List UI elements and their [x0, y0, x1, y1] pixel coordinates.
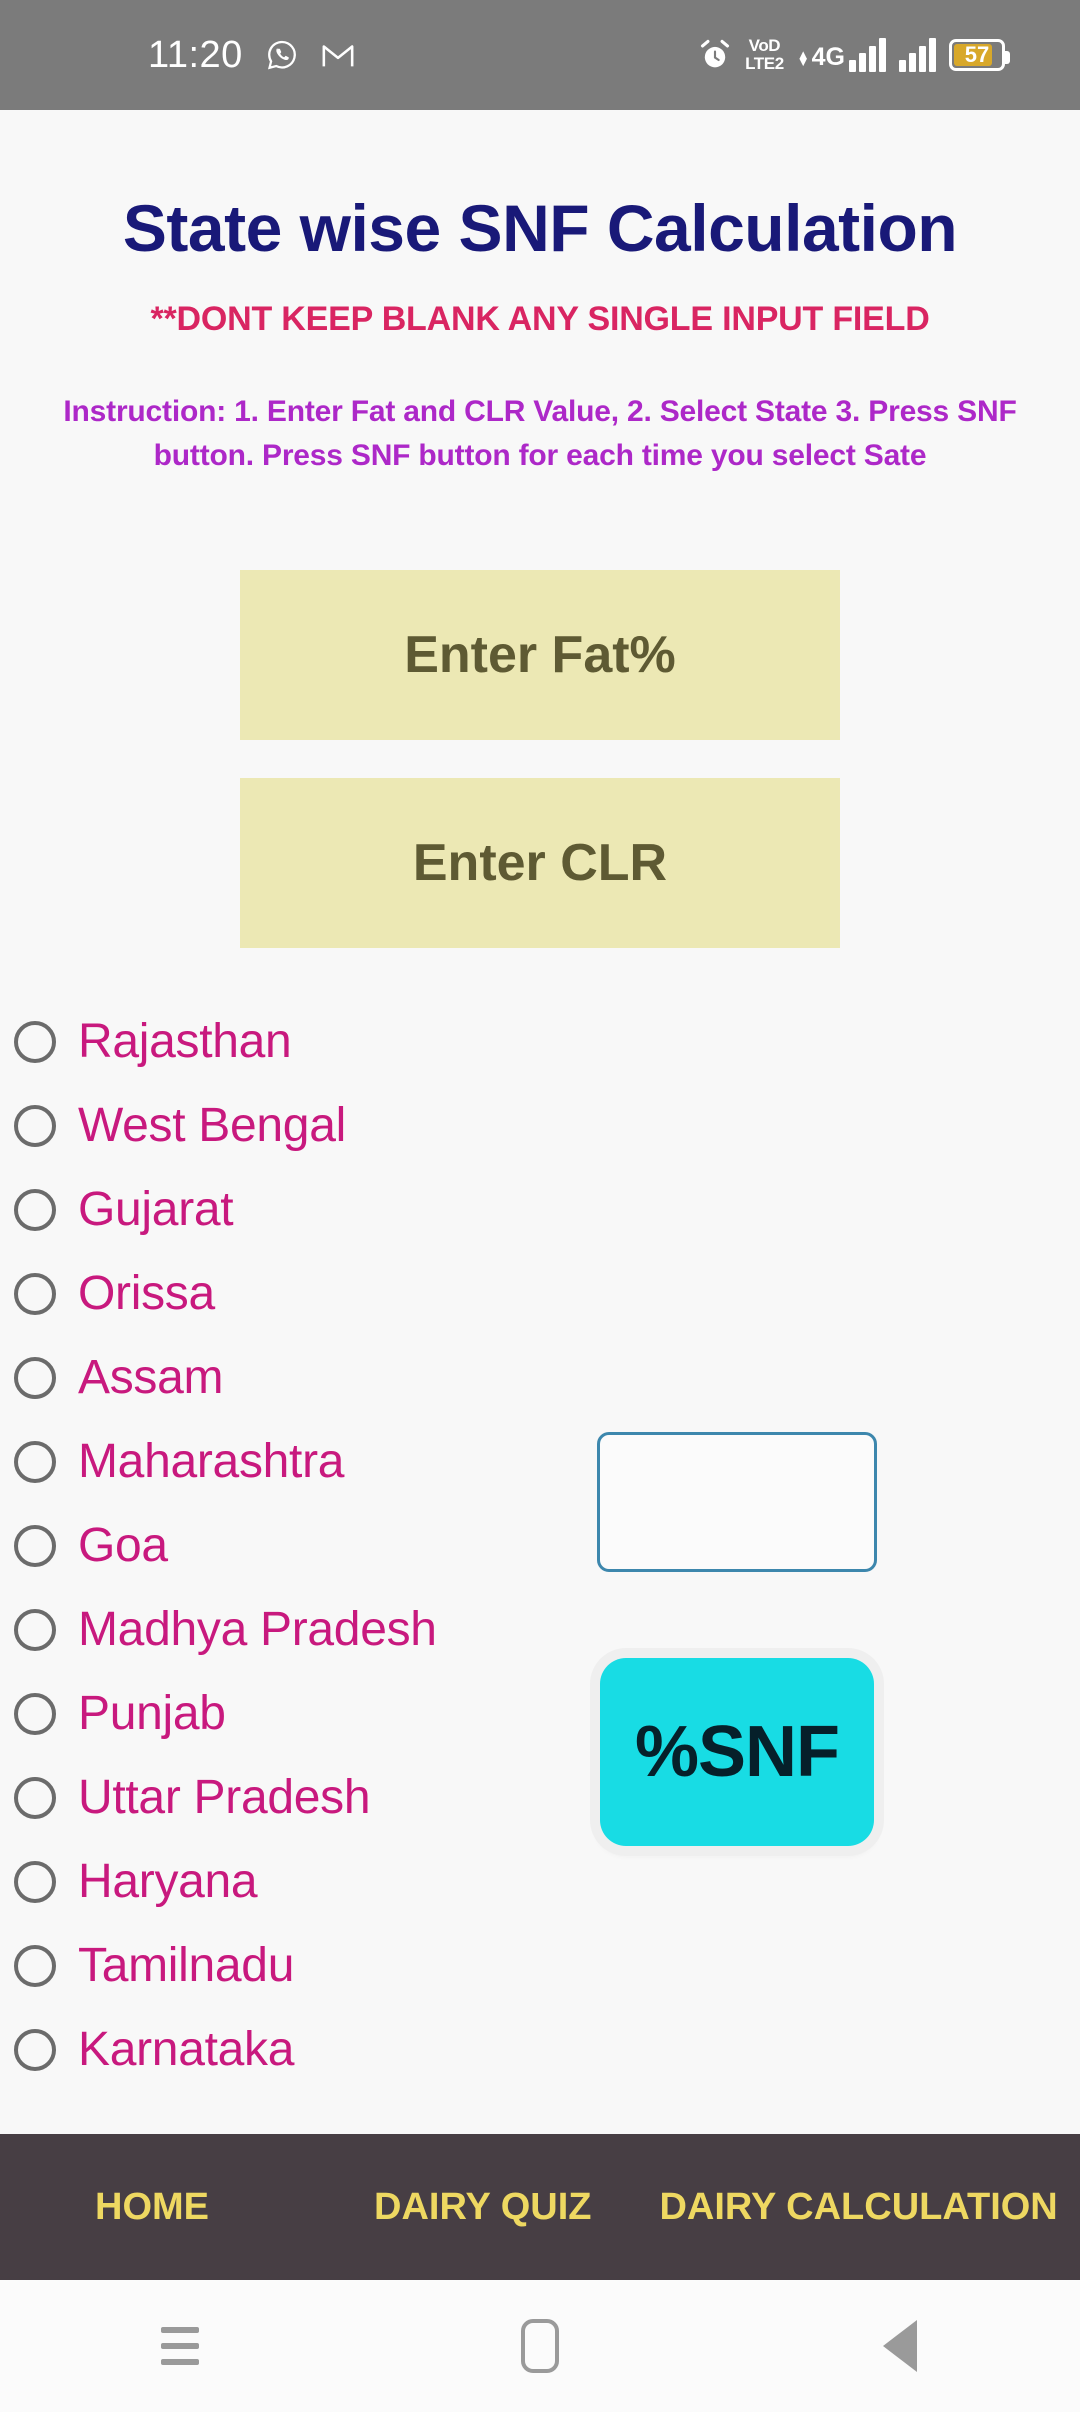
app-bottom-nav: HOME DAIRY QUIZ DAIRY CALCULATION	[0, 2134, 1080, 2280]
warning-text: **DONT KEEP BLANK ANY SINGLE INPUT FIELD	[150, 300, 930, 338]
home-button[interactable]	[480, 2319, 600, 2373]
home-icon	[521, 2319, 559, 2373]
state-radio-label: Assam	[78, 1351, 224, 1404]
whatsapp-icon	[265, 38, 299, 72]
fat-input[interactable]	[240, 570, 840, 740]
back-button[interactable]	[840, 2320, 960, 2372]
state-radio-row-west-bengal[interactable]: West Bengal	[0, 1084, 620, 1168]
state-radio-row-punjab[interactable]: Punjab	[0, 1672, 620, 1756]
radio-button-icon[interactable]	[14, 1945, 56, 1987]
state-radio-row-orissa[interactable]: Orissa	[0, 1252, 620, 1336]
signal-bars-icon-1	[849, 38, 886, 72]
gmail-icon	[321, 40, 355, 70]
state-radio-label: Haryana	[78, 1855, 258, 1908]
state-radio-label: Orissa	[78, 1267, 215, 1320]
snf-result-field[interactable]	[597, 1432, 877, 1572]
back-icon	[883, 2320, 917, 2372]
recents-icon	[161, 2327, 199, 2365]
state-radio-row-goa[interactable]: Goa	[0, 1504, 620, 1588]
state-radio-row-rajasthan[interactable]: Rajasthan	[0, 1000, 620, 1084]
nav-item-home[interactable]: HOME	[95, 2186, 209, 2229]
snf-calculate-button[interactable]: %SNF	[600, 1658, 874, 1846]
radio-button-icon[interactable]	[14, 1777, 56, 1819]
state-radio-label: West Bengal	[78, 1099, 346, 1152]
radio-button-icon[interactable]	[14, 1693, 56, 1735]
state-radio-label: Madhya Pradesh	[78, 1603, 437, 1656]
state-radio-group[interactable]: Rajasthan West Bengal Gujarat Orissa Assam Ma…	[0, 1000, 620, 2092]
state-radio-label: Tamilnadu	[78, 1939, 295, 1992]
radio-button-icon[interactable]	[14, 1021, 56, 1063]
system-navigation-bar	[0, 2280, 1080, 2412]
radio-button-icon[interactable]	[14, 1525, 56, 1567]
state-radio-row-madhya-pradesh[interactable]: Madhya Pradesh	[0, 1588, 620, 1672]
state-radio-row-uttar-pradesh[interactable]: Uttar Pradesh	[0, 1756, 620, 1840]
radio-button-icon[interactable]	[14, 2029, 56, 2071]
state-radio-row-maharashtra[interactable]: Maharashtra	[0, 1420, 620, 1504]
network-type-indicator: ▲ ▼ 4G	[796, 43, 845, 71]
status-bar: 11:20 VoD LTE2 ▲ ▼ 4G 57	[0, 0, 1080, 110]
state-radio-label: Rajasthan	[78, 1015, 292, 1068]
clr-input[interactable]	[240, 778, 840, 948]
clock-time: 11:20	[148, 33, 243, 76]
battery-icon: 57	[949, 39, 1010, 71]
state-radio-label: Goa	[78, 1519, 168, 1572]
alarm-icon	[698, 38, 732, 72]
page-title: State wise SNF Calculation	[122, 191, 958, 265]
nav-item-dairy-calculation[interactable]: DAIRY CALCULATION	[659, 2186, 1057, 2229]
state-radio-row-karnataka[interactable]: Karnataka	[0, 2008, 620, 2092]
state-radio-label: Maharashtra	[78, 1435, 345, 1488]
state-radio-row-assam[interactable]: Assam	[0, 1336, 620, 1420]
signal-bars-icon-2	[899, 38, 936, 72]
data-arrows-icon: ▲ ▼	[796, 46, 810, 69]
volte-indicator: VoD LTE2	[745, 36, 784, 73]
instruction-text: Instruction: 1. Enter Fat and CLR Value,…	[63, 395, 1017, 472]
radio-button-icon[interactable]	[14, 1105, 56, 1147]
signal-group-1: ▲ ▼ 4G	[797, 38, 886, 72]
state-radio-row-tamilnadu[interactable]: Tamilnadu	[0, 1924, 620, 2008]
app-screen: 11:20 VoD LTE2 ▲ ▼ 4G 57 State wise SNF …	[0, 0, 1080, 2412]
radio-button-icon[interactable]	[14, 1357, 56, 1399]
state-radio-row-gujarat[interactable]: Gujarat	[0, 1168, 620, 1252]
state-radio-label: Gujarat	[78, 1183, 234, 1236]
radio-button-icon[interactable]	[14, 1441, 56, 1483]
radio-button-icon[interactable]	[14, 1609, 56, 1651]
state-radio-row-haryana[interactable]: Haryana	[0, 1840, 620, 1924]
state-radio-label: Uttar Pradesh	[78, 1771, 371, 1824]
radio-button-icon[interactable]	[14, 1861, 56, 1903]
status-bar-right: VoD LTE2 ▲ ▼ 4G 57	[698, 36, 1010, 73]
status-bar-left: 11:20	[148, 34, 355, 77]
nav-item-dairy-quiz[interactable]: DAIRY QUIZ	[374, 2186, 591, 2229]
state-radio-label: Karnataka	[78, 2023, 295, 2076]
recents-button[interactable]	[120, 2327, 240, 2365]
radio-button-icon[interactable]	[14, 1273, 56, 1315]
radio-button-icon[interactable]	[14, 1189, 56, 1231]
state-radio-label: Punjab	[78, 1687, 226, 1740]
